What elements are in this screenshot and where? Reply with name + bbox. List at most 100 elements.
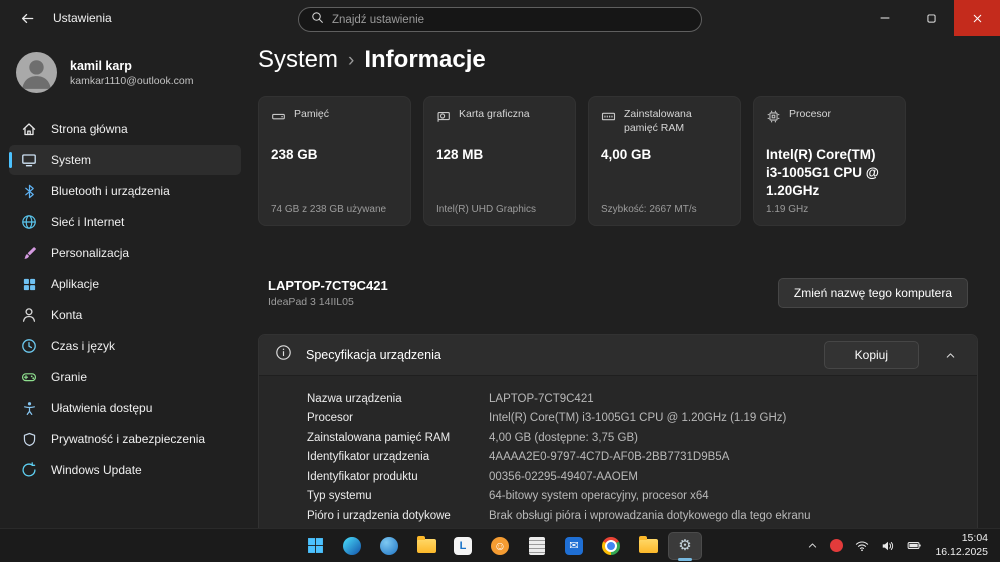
minimize-button[interactable] <box>862 0 908 36</box>
windows-logo-icon <box>307 538 323 553</box>
gpu-icon <box>436 109 451 129</box>
avatar <box>16 52 57 93</box>
sidebar-item-label: Bluetooth i urządzenia <box>51 184 170 198</box>
sidebar-item-apps[interactable]: Aplikacje <box>9 269 241 299</box>
clock[interactable]: 15:04 16.12.2025 <box>929 532 996 559</box>
mail-icon[interactable]: ✉ <box>557 532 591 560</box>
search-input[interactable] <box>332 13 689 26</box>
shield-icon <box>21 431 37 447</box>
spec-value: Brak obsługi pióra i wprowadzania dotyko… <box>489 509 811 522</box>
clock-date: 16.12.2025 <box>935 545 988 558</box>
card-value: Intel(R) Core(TM) i3-1005G1 CPU @ 1.20GH… <box>766 147 879 199</box>
home-icon <box>21 121 37 137</box>
tray-chevron-icon[interactable] <box>802 532 823 560</box>
sidebar-item-time-language[interactable]: Czas i język <box>9 331 241 361</box>
start-button[interactable] <box>298 532 332 560</box>
device-model: IdeaPad 3 14IIL05 <box>268 296 354 308</box>
ram-icon <box>601 109 616 129</box>
sidebar-item-label: Granie <box>51 370 88 384</box>
breadcrumb-parent[interactable]: System <box>258 46 338 74</box>
card-value: 238 GB <box>271 147 318 162</box>
sidebar-item-label: Strona główna <box>51 122 128 136</box>
info-cards: Pamięć 238 GB 74 GB z 238 GB używane Kar… <box>258 96 978 226</box>
table-row: Identyfikator urządzenia 4AAAA2E0-9797-4… <box>307 448 977 468</box>
system-icon <box>21 152 37 168</box>
sidebar-nav: Strona główna System Bluetooth i urządze… <box>9 114 241 485</box>
storage-icon <box>271 109 286 129</box>
sidebar-item-accessibility[interactable]: Ułatwienia dostępu <box>9 393 241 423</box>
device-name: LAPTOP-7CT9C421 <box>268 278 388 293</box>
card-value: 128 MB <box>436 147 484 162</box>
edge-icon[interactable] <box>335 532 369 560</box>
sidebar-item-label: Czas i język <box>51 339 116 353</box>
browser-icon[interactable] <box>372 532 406 560</box>
sidebar-item-home[interactable]: Strona główna <box>9 114 241 144</box>
spec-value: Intel(R) Core(TM) i3-1005G1 CPU @ 1.20GH… <box>489 412 787 425</box>
spec-label: Typ systemu <box>307 490 372 503</box>
sidebar-item-gaming[interactable]: Granie <box>9 362 241 392</box>
folder-icon[interactable] <box>631 532 665 560</box>
notepad-icon[interactable] <box>520 532 554 560</box>
title-bar: Ustawienia <box>0 0 1000 36</box>
copy-button[interactable]: Kopiuj <box>823 341 919 369</box>
sidebar-item-network[interactable]: Sieć i Internet <box>9 207 241 237</box>
sidebar-item-privacy[interactable]: Prywatność i zabezpieczenia <box>9 424 241 454</box>
sidebar-item-label: Aplikacje <box>51 277 100 291</box>
settings-window: Ustawienia kamil karp <box>0 0 1000 562</box>
person-icon <box>21 307 37 323</box>
sidebar-item-label: Sieć i Internet <box>51 215 125 229</box>
sidebar-item-label: Ułatwienia dostępu <box>51 401 153 415</box>
search-icon <box>311 11 324 29</box>
clock-time: 15:04 <box>961 531 988 544</box>
device-spec-header[interactable]: Specyfikacja urządzenia Kopiuj <box>259 335 977 375</box>
chevron-up-icon[interactable] <box>933 341 967 369</box>
spec-section-title: Specyfikacja urządzenia <box>306 348 441 362</box>
device-spec-table: Nazwa urządzenia LAPTOP-7CT9C421 Proceso… <box>259 375 977 528</box>
info-icon <box>275 344 292 366</box>
card-title: Zainstalowana pamięć RAM <box>624 108 692 134</box>
libreoffice-icon[interactable]: L <box>446 532 480 560</box>
sidebar-item-label: System <box>51 153 92 167</box>
sidebar-item-personalization[interactable]: Personalizacja <box>9 238 241 268</box>
table-row: Identyfikator produktu 00356-02295-49407… <box>307 467 977 487</box>
spec-value: LAPTOP-7CT9C421 <box>489 392 594 405</box>
battery-icon[interactable] <box>902 532 927 560</box>
user-profile: kamil karp kamkar1110@outlook.com <box>9 44 241 113</box>
settings-search[interactable] <box>298 7 702 32</box>
paintbrush-icon <box>21 245 37 261</box>
sidebar-item-label: Personalizacja <box>51 246 130 260</box>
spec-value: 64-bitowy system operacyjny, procesor x6… <box>489 490 709 503</box>
window-title: Ustawienia <box>53 11 112 25</box>
wifi-icon[interactable] <box>850 532 874 560</box>
user-email: kamkar1110@outlook.com <box>70 74 194 87</box>
network-globe-icon <box>21 214 37 230</box>
file-explorer-icon[interactable] <box>409 532 443 560</box>
spec-label: Pióro i urządzenia dotykowe <box>307 509 451 522</box>
settings-app-icon[interactable]: ⚙ <box>668 531 702 560</box>
clock-icon <box>21 338 37 354</box>
sidebar: kamil karp kamkar1110@outlook.com Strona… <box>0 36 250 528</box>
device-name-section: LAPTOP-7CT9C421 IdeaPad 3 14IIL05 Zmień … <box>258 278 978 308</box>
sidebar-item-accounts[interactable]: Konta <box>9 300 241 330</box>
tray-app-icon[interactable] <box>825 532 848 560</box>
spec-value: 4AAAA2E0-9797-4C7D-AF0B-2BB7731D9B5A <box>489 451 730 464</box>
card-subtitle: Szybkość: 2667 MT/s <box>601 204 697 215</box>
chrome-icon[interactable] <box>594 532 628 560</box>
back-icon[interactable] <box>14 5 40 31</box>
ram-card: Zainstalowana pamięć RAM 4,00 GB Szybkoś… <box>588 96 741 226</box>
sidebar-item-label: Prywatność i zabezpieczenia <box>51 432 206 446</box>
volume-icon[interactable] <box>876 532 900 560</box>
taskbar: L ☺ ✉ ⚙ 15:04 16.12.2025 <box>0 528 1000 562</box>
page-title: Informacje <box>364 46 486 73</box>
table-row: Typ systemu 64-bitowy system operacyjny,… <box>307 487 977 507</box>
smiley-app-icon[interactable]: ☺ <box>483 532 517 560</box>
table-row: Nazwa urządzenia LAPTOP-7CT9C421 <box>307 389 977 409</box>
maximize-button[interactable] <box>908 0 954 36</box>
sidebar-item-system[interactable]: System <box>9 145 241 175</box>
close-button[interactable] <box>954 0 1000 36</box>
update-arrows-icon <box>21 462 37 478</box>
rename-computer-button[interactable]: Zmień nazwę tego komputera <box>777 278 968 308</box>
sidebar-item-windows-update[interactable]: Windows Update <box>9 455 241 485</box>
sidebar-item-bluetooth[interactable]: Bluetooth i urządzenia <box>9 176 241 206</box>
card-title: Pamięć <box>294 108 330 120</box>
